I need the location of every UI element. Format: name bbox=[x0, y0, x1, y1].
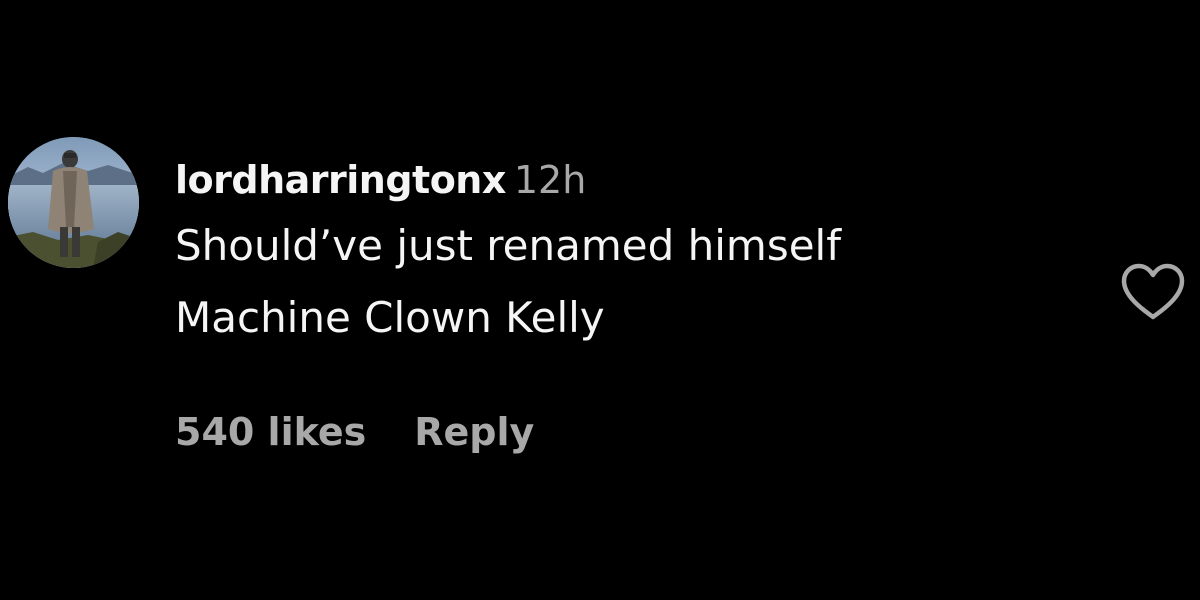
heart-outline-icon[interactable] bbox=[1120, 262, 1186, 322]
avatar-photo bbox=[8, 137, 139, 268]
comment: lordharringtonx 12h Should’ve just rename… bbox=[0, 0, 1200, 600]
reply-button[interactable]: Reply bbox=[414, 402, 534, 462]
comment-text-line-2: Machine Clown Kelly bbox=[175, 293, 605, 342]
comment-content: lordharringtonx 12h Should’ve just rename… bbox=[175, 150, 1075, 354]
comment-actions: 540 likes Reply bbox=[175, 402, 534, 462]
comment-timestamp: 12h bbox=[513, 158, 587, 202]
username[interactable]: lordharringtonx bbox=[175, 158, 506, 202]
likes-count[interactable]: 540 likes bbox=[175, 402, 366, 462]
comment-text-line-1: Should’ve just renamed himself bbox=[175, 221, 841, 270]
avatar[interactable] bbox=[8, 137, 139, 268]
comment-header: lordharringtonx 12h bbox=[175, 150, 1075, 210]
